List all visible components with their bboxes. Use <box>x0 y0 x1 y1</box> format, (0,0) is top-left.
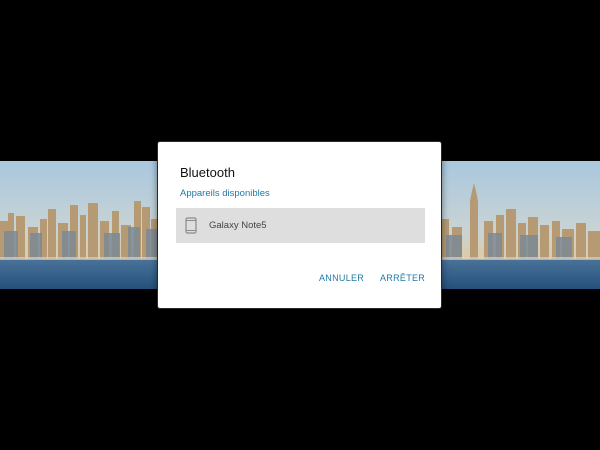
stop-button[interactable]: ARRÊTER <box>380 273 425 283</box>
phone-icon <box>185 217 197 234</box>
bluetooth-dialog: Bluetooth Appareils disponibles Galaxy N… <box>158 142 441 308</box>
available-devices-header: Appareils disponibles <box>180 188 270 199</box>
cancel-button[interactable]: ANNULER <box>319 273 364 283</box>
device-item-galaxy-note5[interactable]: Galaxy Note5 <box>176 208 425 243</box>
dialog-title: Bluetooth <box>180 165 235 180</box>
device-name: Galaxy Note5 <box>209 220 267 231</box>
screen: Bluetooth Appareils disponibles Galaxy N… <box>0 0 600 450</box>
